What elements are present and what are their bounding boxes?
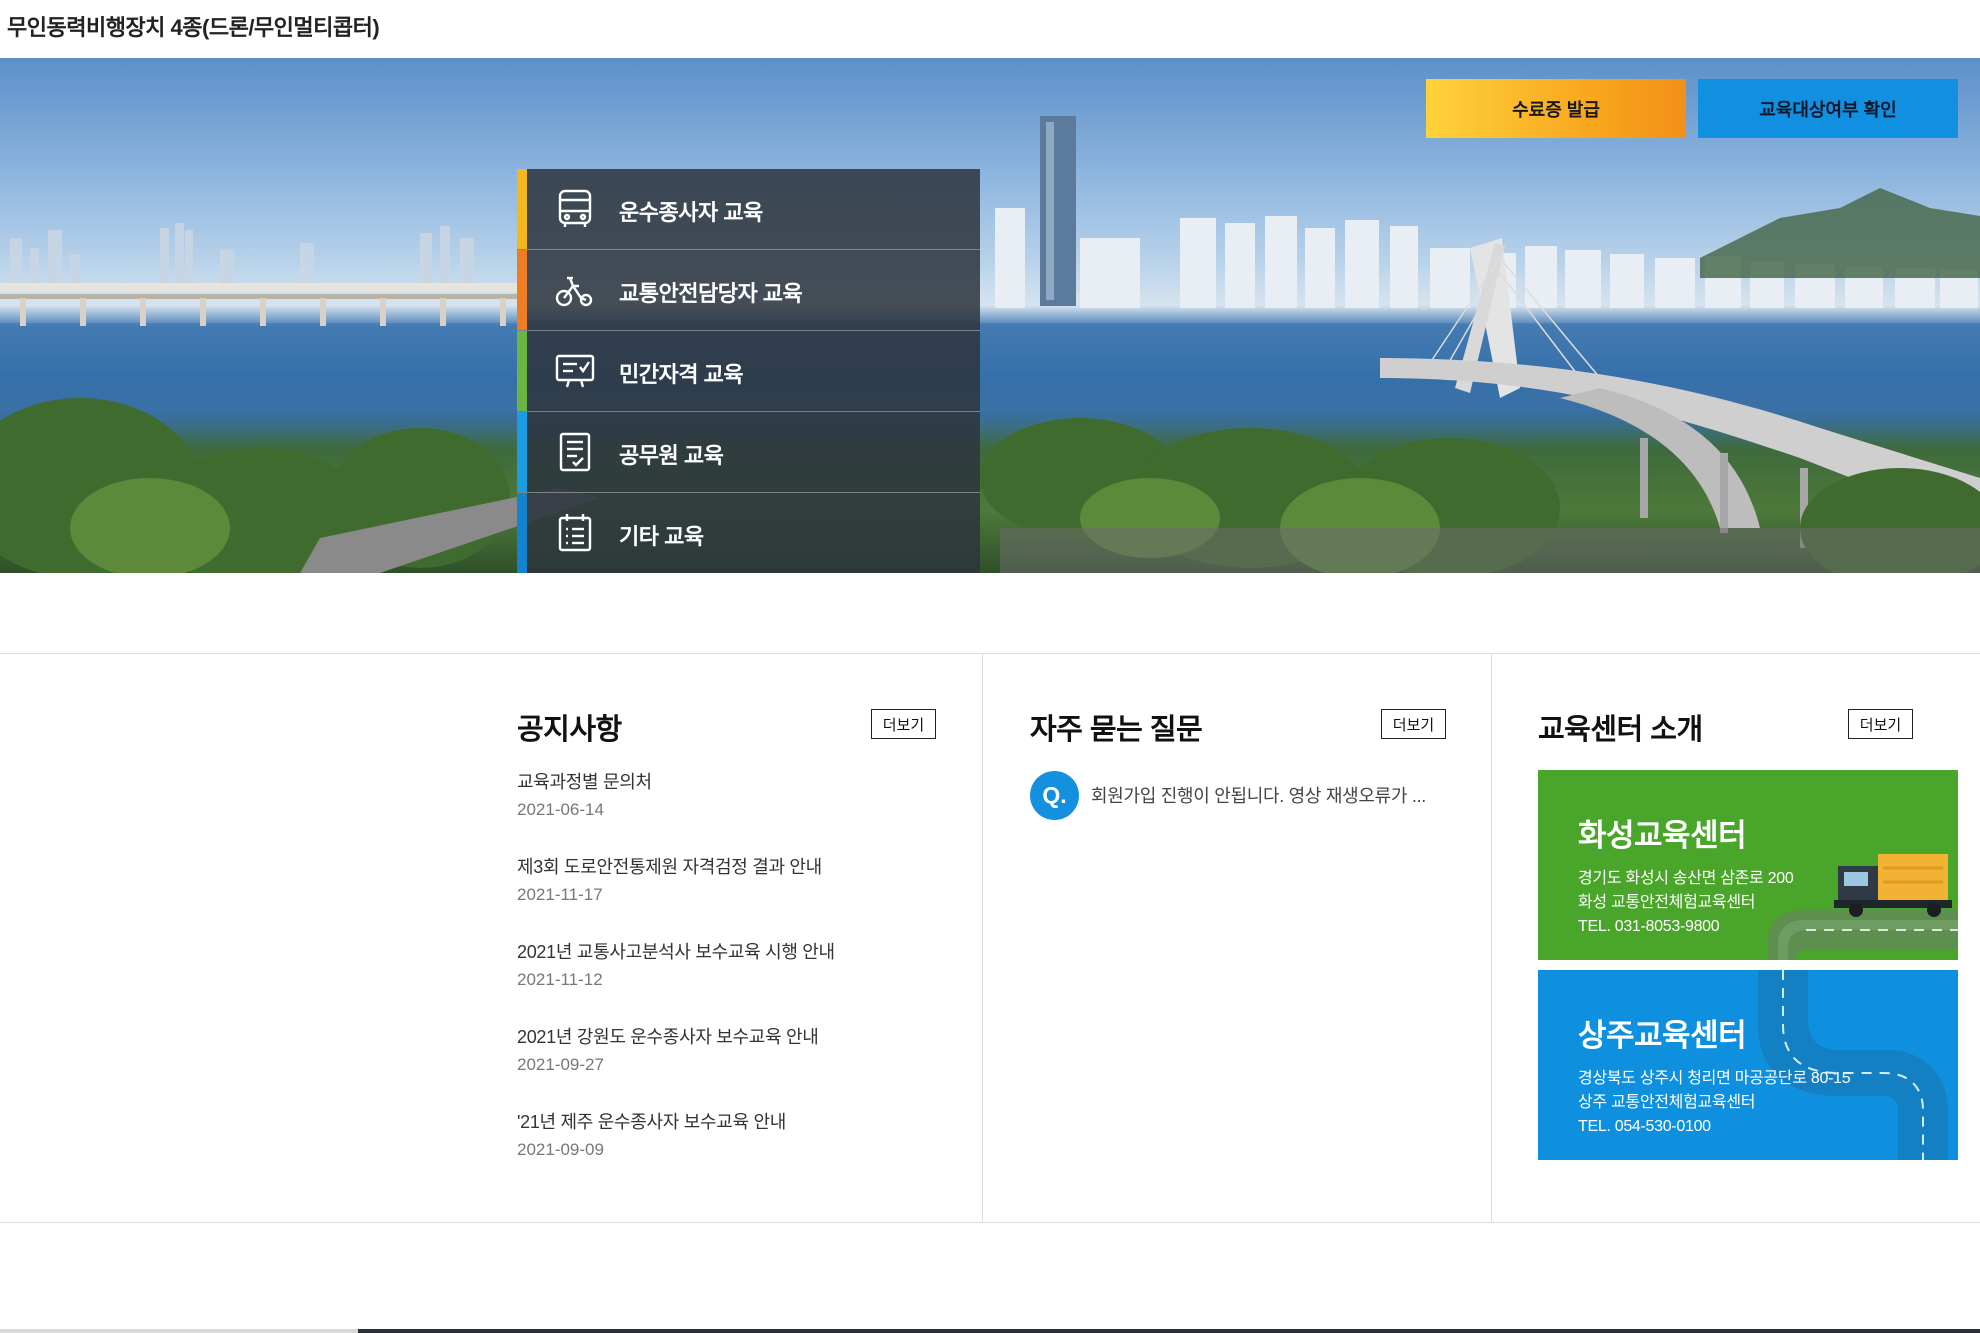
notice-item-date: 2021-11-12: [517, 970, 603, 989]
menu-color-bar: [517, 169, 527, 249]
centers-more-button[interactable]: 더보기: [1848, 709, 1913, 739]
faq-more-button[interactable]: 더보기: [1381, 709, 1446, 739]
center-card-sangju[interactable]: 상주교육센터 경상북도 상주시 청리면 마공공단로 80-15 상주 교통안전체…: [1538, 970, 1958, 1160]
bicycle-icon: [555, 276, 593, 307]
menu-item-other-education[interactable]: 기타 교육: [517, 493, 980, 573]
list-item[interactable]: 교육과정별 문의처 2021-06-14: [517, 770, 937, 855]
document-icon: [559, 432, 591, 472]
list-item[interactable]: 2021년 교통사고분석사 보수교육 시행 안내 2021-11-12: [517, 940, 937, 1025]
menu-color-bar: [517, 331, 527, 411]
hero-banner: 수료증 발급 교육대상여부 확인 운수종사자 교육 교통안전담당자 교육 민간자…: [0, 58, 1980, 573]
menu-item-private-license-education[interactable]: 민간자격 교육: [517, 331, 980, 412]
notice-title: 공지사항: [517, 714, 622, 746]
education-menu: 운수종사자 교육 교통안전담당자 교육 민간자격 교육 공무원 교육 기타 교육: [517, 169, 980, 573]
menu-color-bar: [517, 493, 527, 573]
calendar-list-icon: [558, 514, 592, 552]
center-facility: 상주 교통안전체험교육센터: [1578, 1094, 1756, 1111]
notice-item-title: 제3회 도로안전통제원 자격검정 결과 안내: [517, 857, 822, 877]
menu-color-bar: [517, 412, 527, 492]
center-facility: 화성 교통안전체험교육센터: [1578, 894, 1756, 911]
monitor-check-icon: [555, 354, 595, 388]
notice-item-date: 2021-09-27: [517, 1055, 604, 1074]
center-address: 경상북도 상주시 청리면 마공공단로 80-15: [1578, 1070, 1851, 1087]
footer-strip: [0, 1329, 1980, 1333]
notice-item-date: 2021-11-17: [517, 885, 603, 904]
list-item[interactable]: 2021년 강원도 운수종사자 보수교육 안내 2021-09-27: [517, 1025, 937, 1110]
center-card-hwaseong[interactable]: 화성교육센터 경기도 화성시 송산면 삼존로 200 화성 교통안전체험교육센터…: [1538, 770, 1958, 960]
notice-item-date: 2021-09-09: [517, 1140, 604, 1159]
center-info: 경상북도 상주시 청리면 마공공단로 80-15 상주 교통안전체험교육센터 T…: [1578, 1067, 1851, 1139]
list-item[interactable]: '21년 제주 운수종사자 보수교육 안내 2021-09-09: [517, 1110, 937, 1195]
faq-question-text: 회원가입 진행이 안됩니다. 영상 재생오류가 ...: [1091, 786, 1426, 806]
center-info: 경기도 화성시 송산면 삼존로 200 화성 교통안전체험교육센터 TEL. 0…: [1578, 867, 1794, 939]
column-divider: [982, 653, 983, 1223]
menu-item-label: 교통안전담당자 교육: [619, 281, 803, 306]
menu-item-public-official-education[interactable]: 공무원 교육: [517, 412, 980, 493]
menu-item-label: 기타 교육: [619, 524, 704, 549]
menu-item-safety-manager-education[interactable]: 교통안전담당자 교육: [517, 250, 980, 331]
menu-item-label: 운수종사자 교육: [619, 200, 763, 225]
center-name: 상주교육센터: [1578, 1018, 1747, 1053]
notice-item-title: 2021년 교통사고분석사 보수교육 시행 안내: [517, 942, 835, 962]
notice-item-title: 2021년 강원도 운수종사자 보수교육 안내: [517, 1027, 819, 1047]
menu-item-label: 공무원 교육: [619, 443, 724, 468]
faq-question-badge: Q.: [1030, 770, 1079, 820]
certificate-issue-button[interactable]: 수료증 발급: [1426, 79, 1686, 138]
column-divider: [1491, 653, 1492, 1223]
menu-item-label: 민간자격 교육: [619, 362, 744, 387]
bus-icon: [558, 189, 592, 227]
centers-title: 교육센터 소개: [1538, 714, 1703, 746]
notice-item-title: '21년 제주 운수종사자 보수교육 안내: [517, 1112, 787, 1132]
notice-item-date: 2021-06-14: [517, 800, 604, 819]
notice-more-button[interactable]: 더보기: [871, 709, 936, 739]
center-tel: TEL. 031-8053-9800: [1578, 918, 1720, 935]
notice-item-title: 교육과정별 문의처: [517, 772, 652, 792]
faq-title: 자주 묻는 질문: [1030, 714, 1203, 746]
page-title: 무인동력비행장치 4종(드론/무인멀티콥터): [7, 15, 380, 40]
footer-strip-segment: [0, 1329, 358, 1333]
list-item[interactable]: 제3회 도로안전통제원 자격검정 결과 안내 2021-11-17: [517, 855, 937, 940]
section-divider-bottom: [0, 1222, 1980, 1223]
menu-item-driver-education[interactable]: 운수종사자 교육: [517, 169, 980, 250]
notice-list: 교육과정별 문의처 2021-06-14 제3회 도로안전통제원 자격검정 결과…: [517, 770, 937, 1195]
faq-item[interactable]: Q. 회원가입 진행이 안됩니다. 영상 재생오류가 ...: [1030, 770, 1450, 820]
center-address: 경기도 화성시 송산면 삼존로 200: [1578, 870, 1794, 887]
menu-color-bar: [517, 250, 527, 330]
center-name: 화성교육센터: [1578, 818, 1747, 853]
eligibility-check-button[interactable]: 교육대상여부 확인: [1698, 79, 1958, 138]
section-divider-top: [0, 653, 1980, 654]
center-tel: TEL. 054-530-0100: [1578, 1118, 1711, 1135]
